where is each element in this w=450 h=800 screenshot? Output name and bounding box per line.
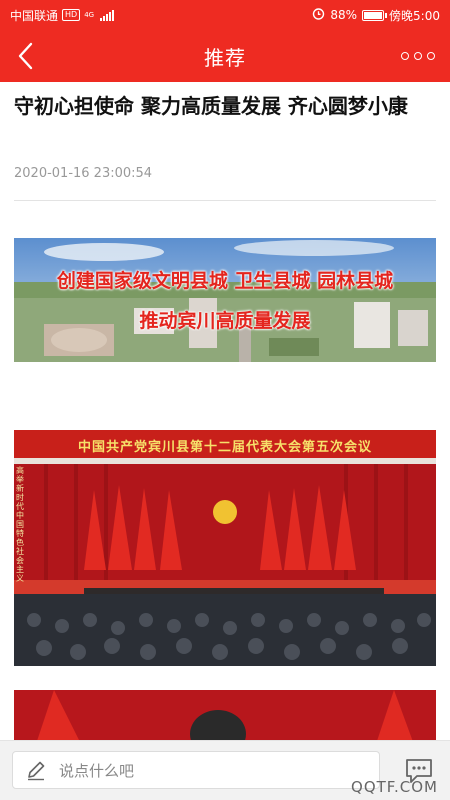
battery-percent: 88% — [330, 8, 358, 22]
nav-bar: 推荐 — [0, 30, 450, 82]
chevron-left-icon — [18, 42, 33, 70]
bottom-bar: 说点什么吧 QQTF.COM — [0, 740, 450, 800]
divider — [14, 200, 436, 201]
status-left: 中国联通 HD 4G — [10, 7, 115, 24]
conference-banner-text: 中国共产党宾川县第十二届代表大会第五次会议 — [77, 440, 372, 455]
battery-icon — [362, 9, 388, 21]
carrier-label: 中国联通 — [10, 8, 59, 23]
speaker-photo[interactable] — [14, 690, 436, 740]
alarm-icon — [312, 7, 325, 23]
banner-photo[interactable]: 创建国家级文明县城 卫生县城 园林县城 推动宾川高质量发展 — [14, 238, 436, 362]
status-right: 88% 傍晚5:00 — [312, 7, 440, 24]
banner-text-line-2: 推动宾川高质量发展 — [139, 310, 311, 332]
article-content[interactable]: 守初心担使命 聚力高质量发展 齐心圆梦小康 2020-01-16 23:00:5… — [0, 82, 450, 740]
more-dot — [401, 52, 409, 60]
page-title: 推荐 — [204, 45, 246, 70]
comment-placeholder: 说点什么吧 — [59, 761, 135, 780]
banner-text-line-1: 创建国家级文明县城 卫生县城 园林县城 — [56, 270, 394, 292]
status-bar: 中国联通 HD 4G 88% 傍晚5:00 — [0, 0, 450, 30]
pen-icon — [23, 757, 49, 783]
more-button[interactable] — [396, 40, 440, 72]
hd-badge: HD — [62, 9, 81, 21]
comment-input[interactable]: 说点什么吧 — [12, 751, 380, 789]
article-title: 守初心担使命 聚力高质量发展 齐心圆梦小康 — [14, 94, 408, 118]
conference-photo[interactable]: 中国共产党宾川县第十二届代表大会第五次会议 高举新时代中国特色社会主义思想伟大旗… — [14, 430, 436, 666]
network-label: 4G — [84, 10, 95, 19]
more-dot — [427, 52, 435, 60]
back-button[interactable] — [8, 38, 44, 74]
battery-level — [364, 11, 382, 19]
article-date: 2020-01-16 23:00:54 — [14, 166, 153, 181]
more-dot — [414, 52, 422, 60]
clock: 傍晚5:00 — [389, 8, 440, 23]
watermark: QQTF.COM — [351, 778, 438, 796]
signal-icon — [100, 9, 115, 21]
conference-side-text: 高举新时代中国特色社会主义思想伟大旗帜 — [16, 466, 24, 582]
